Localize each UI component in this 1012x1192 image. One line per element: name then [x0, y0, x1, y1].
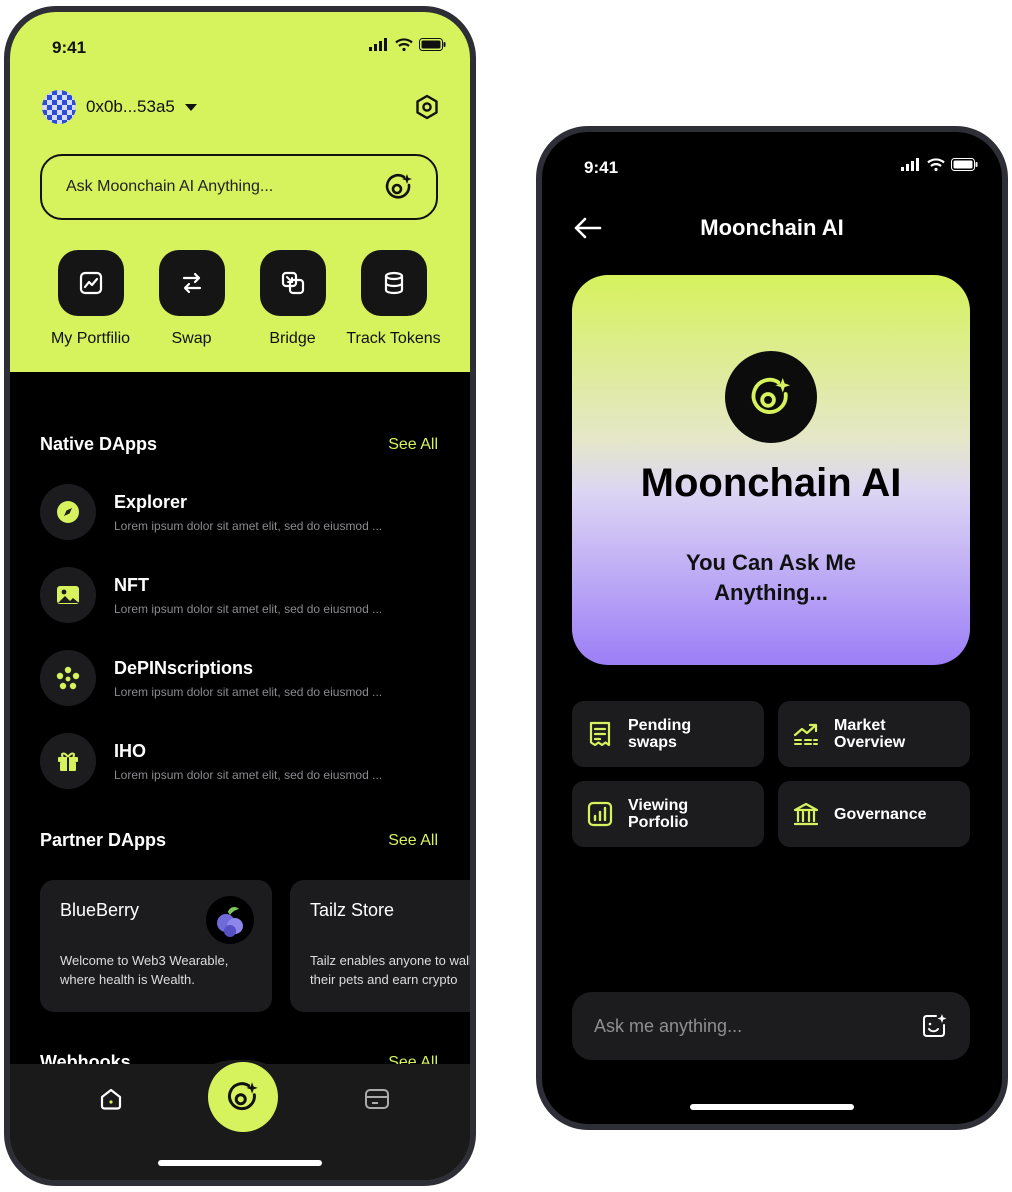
quick-actions: My Portfilio Swap Bridge Track Tokens [40, 250, 444, 348]
dapp-name: DePINscriptions [114, 657, 254, 678]
dapp-name: Explorer [114, 491, 188, 512]
home-indicator [690, 1104, 854, 1110]
wallet-switcher[interactable]: 0x0b...53a5 [42, 90, 197, 124]
suggestion-market-overview[interactable]: Market Overview [778, 701, 970, 767]
dapp-item-depinscriptions[interactable]: DePINscriptions Lorem ipsum dolor sit am… [40, 650, 440, 706]
section-title: Native DApps [40, 434, 158, 454]
suggestion-governance[interactable]: Governance [778, 781, 970, 847]
dapp-name: IHO [114, 740, 147, 761]
status-time: 9:41 [584, 158, 619, 177]
status-icons [369, 38, 446, 51]
ai-chat-phone: 9:41 Moonchain AI Moonchain AI You Can A… [536, 126, 1008, 1130]
battery-icon [419, 38, 446, 51]
dapp-description: Lorem ipsum dolor sit amet elit, sed do … [114, 767, 383, 782]
partner-card-tailz-store[interactable]: Tailz Store Tailz enables anyone to walk… [290, 880, 476, 1012]
partner-description: Welcome to Web3 Wearable, where health i… [60, 953, 229, 987]
dapp-name: NFT [114, 574, 149, 595]
home-indicator [158, 1160, 322, 1166]
page-title: Moonchain AI [700, 215, 844, 240]
settings-hexagon-icon[interactable] [414, 94, 440, 120]
status-time: 9:41 [52, 38, 87, 57]
see-all-link[interactable]: See All [388, 832, 438, 850]
ai-hero-card: Moonchain AI You Can Ask Me Anything... [572, 275, 970, 665]
ask-ai-input[interactable]: Ask Moonchain AI Anything... [40, 154, 438, 220]
suggestion-label: Viewing Porfolio [628, 797, 689, 831]
wallet-card-icon[interactable] [364, 1088, 390, 1110]
home-screen-phone: 9:41 0x0b...53a5 Ask Moonchain AI Anythi… [4, 6, 476, 1186]
suggestion-label: Market Overview [834, 717, 906, 751]
network-icon [40, 650, 96, 706]
back-arrow-icon[interactable] [572, 214, 602, 242]
status-bar: 9:41 [542, 132, 1002, 192]
bar-chart-icon [587, 801, 613, 827]
dapp-description: Lorem ipsum dolor sit amet elit, sed do … [114, 684, 383, 699]
chat-placeholder: Ask me anything... [594, 1015, 743, 1036]
dapp-item-iho[interactable]: IHO Lorem ipsum dolor sit amet elit, sed… [40, 733, 440, 789]
avatar [42, 90, 76, 124]
chart-icon [57, 250, 124, 316]
dapp-description: Lorem ipsum dolor sit amet elit, sed do … [114, 601, 383, 616]
gift-icon [40, 733, 96, 789]
ai-assistant-button[interactable] [208, 1062, 278, 1132]
partner-description: Tailz enables anyone to walk their pets … [310, 953, 476, 987]
bridge-icon [259, 250, 326, 316]
status-bar: 9:41 [10, 12, 470, 72]
compass-icon [40, 484, 96, 540]
partner-dapps-header: Partner DApps See All [40, 830, 438, 851]
bank-icon [793, 802, 819, 826]
see-all-link[interactable]: See All [388, 436, 438, 454]
dapp-item-explorer[interactable]: Explorer Lorem ipsum dolor sit amet elit… [40, 484, 440, 540]
native-dapps-header: Native DApps See All [40, 434, 438, 455]
ai-smile-icon[interactable] [920, 1012, 948, 1040]
signal-icon [901, 158, 919, 171]
suggestion-label: Pending swaps [628, 717, 692, 751]
chat-input[interactable]: Ask me anything... [572, 992, 970, 1060]
hero-title: Moonchain AI [640, 461, 902, 505]
suggestion-label: Governance [834, 805, 927, 823]
section-title: Partner DApps [40, 830, 167, 850]
chevron-down-icon [184, 103, 197, 111]
quick-action-label: Bridge [269, 330, 316, 347]
wifi-icon [395, 38, 413, 51]
top-bar: Moonchain AI [572, 210, 972, 246]
status-icons [901, 158, 978, 171]
quick-action-label: Swap [171, 330, 212, 347]
wallet-address: 0x0b...53a5 [86, 97, 175, 116]
trend-icon [793, 723, 818, 745]
image-icon [40, 567, 96, 623]
database-icon [360, 250, 427, 316]
dapp-item-nft[interactable]: NFT Lorem ipsum dolor sit amet elit, sed… [40, 567, 440, 623]
suggestion-viewing-portfolio[interactable]: Viewing Porfolio [572, 781, 764, 847]
battery-icon [951, 158, 978, 171]
quick-action-portfolio[interactable]: My Portfilio [40, 250, 141, 348]
swap-icon [158, 250, 225, 316]
wifi-icon [927, 158, 945, 171]
quick-action-label: Track Tokens [346, 330, 441, 347]
dapp-description: Lorem ipsum dolor sit amet elit, sed do … [114, 518, 383, 533]
receipt-icon [589, 721, 611, 747]
ai-sparkle-icon [228, 1082, 258, 1111]
signal-icon [369, 38, 387, 51]
quick-action-swap[interactable]: Swap [141, 250, 242, 348]
ask-ai-placeholder: Ask Moonchain AI Anything... [66, 178, 274, 195]
partner-name: Tailz Store [310, 900, 395, 920]
blueberry-logo-icon [206, 896, 254, 944]
ai-sparkle-icon [725, 351, 817, 443]
hero-subtitle: You Can Ask Me Anything... [686, 550, 856, 605]
home-icon[interactable] [98, 1086, 124, 1112]
suggestion-pending-swaps[interactable]: Pending swaps [572, 701, 764, 767]
partner-card-blueberry[interactable]: BlueBerry Welcome to Web3 Wearable, wher… [40, 880, 272, 1012]
quick-action-bridge[interactable]: Bridge [242, 250, 343, 348]
ai-sparkle-icon[interactable] [384, 172, 414, 202]
quick-action-label: My Portfilio [50, 330, 131, 347]
quick-action-track-tokens[interactable]: Track Tokens [343, 250, 444, 348]
